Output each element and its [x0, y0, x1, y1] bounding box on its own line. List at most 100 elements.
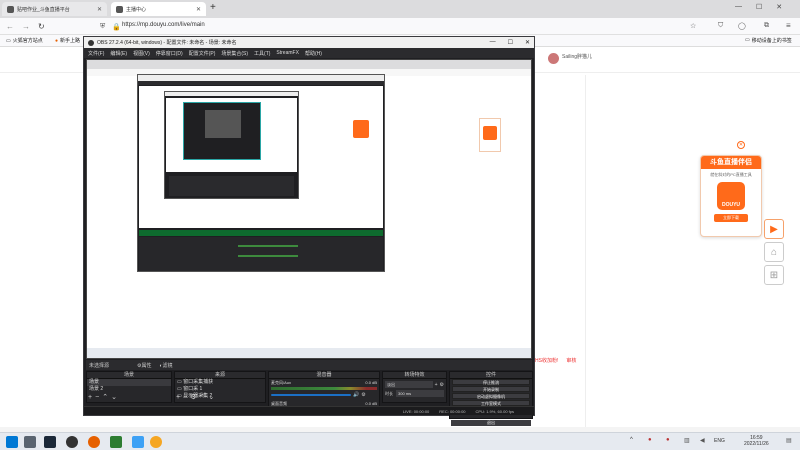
home-icon[interactable]: ⌂	[764, 242, 784, 262]
start-recording-button[interactable]: 开始录制	[452, 386, 530, 392]
add-icon[interactable]: +	[176, 394, 180, 401]
transition-select[interactable]: 淡出	[385, 381, 433, 388]
clock-date: 2022/11/26	[744, 441, 769, 447]
menu-help[interactable]: 帮助(H)	[305, 50, 322, 57]
close-window-icon[interactable]: ✕	[776, 3, 782, 11]
add-icon[interactable]: +	[88, 394, 92, 401]
notification-icon[interactable]: ▤	[786, 437, 792, 444]
close-icon[interactable]: ✕	[525, 39, 530, 46]
move-down-icon[interactable]: ⌄	[111, 393, 117, 401]
close-icon[interactable]: ✕	[97, 6, 102, 13]
close-promo-icon[interactable]: ✕	[737, 141, 745, 149]
gear-icon[interactable]: ⚙	[361, 392, 365, 398]
back-icon[interactable]: ←	[6, 22, 14, 31]
app-icon[interactable]	[110, 436, 122, 448]
chat-app-icon[interactable]	[132, 436, 144, 448]
scene-item[interactable]: 场景	[87, 379, 171, 386]
tray-chevron-icon[interactable]: ^	[630, 437, 633, 443]
firefox-taskbar-icon[interactable]	[88, 436, 100, 448]
bookmark-star-icon[interactable]: ☆	[690, 22, 696, 30]
folder-icon: ▭	[745, 37, 750, 43]
url-field[interactable]: https://mp.douyu.com/live/main	[122, 22, 205, 28]
preview-canvas[interactable]	[86, 59, 532, 359]
windows-start-icon[interactable]	[6, 436, 18, 448]
avatar	[548, 53, 559, 64]
duration-input[interactable]: 300 ms	[396, 390, 444, 397]
close-icon[interactable]: ✕	[196, 6, 201, 13]
obs-titlebar: OBS 27.2.4 (64-bit, windows) - 配置文件: 未命名…	[84, 37, 534, 48]
clock[interactable]: 16:59 2022/11/26	[744, 435, 769, 447]
properties-button[interactable]: ⚙属性	[137, 362, 152, 369]
menu-tools[interactable]: 工具(T)	[254, 50, 270, 57]
network-tray-icon[interactable]: ▥	[684, 437, 690, 444]
menu-profile[interactable]: 配置文件(P)	[189, 50, 216, 57]
red-note-2: 审核	[566, 358, 577, 364]
mic-db: 0.0 dB	[365, 380, 377, 385]
bookmark-firefox-site[interactable]: ▭ 火狐官方站点	[6, 37, 43, 45]
move-up-icon[interactable]: ⌃	[102, 393, 108, 401]
gear-icon[interactable]: ⚙	[440, 382, 444, 388]
tray-app-icon[interactable]: ●	[648, 437, 652, 443]
source-item[interactable]: ▭ 窗口采集捕获	[175, 379, 265, 386]
minimize-icon[interactable]: —	[735, 3, 742, 11]
exit-button[interactable]: 退出	[451, 420, 531, 426]
search-icon[interactable]	[24, 436, 36, 448]
move-up-icon[interactable]: ⌃	[199, 393, 205, 401]
volume-tray-icon[interactable]: ◀	[700, 437, 705, 444]
speaker-icon[interactable]: 🔊	[353, 392, 359, 398]
menu-docks[interactable]: 停靠窗口(D)	[156, 50, 183, 57]
promo-subtitle: 就在斜对的PC直播工具	[710, 172, 752, 177]
move-down-icon[interactable]: ⌄	[208, 393, 214, 401]
firefox-icon: ●	[55, 37, 59, 44]
remove-icon[interactable]: −	[183, 394, 187, 401]
account-icon[interactable]: ◯	[738, 22, 746, 30]
add-icon[interactable]: +	[435, 382, 438, 388]
maximize-icon[interactable]: ☐	[756, 3, 762, 11]
menu-view[interactable]: 视图(V)	[133, 50, 150, 57]
stop-streaming-button[interactable]: 停止推流	[452, 379, 530, 385]
user-name: Sailing胖猫儿	[562, 54, 593, 60]
menu-edit[interactable]: 编辑(E)	[110, 50, 127, 57]
network-icon[interactable]: ⊞	[764, 265, 784, 285]
app-icon[interactable]	[150, 436, 162, 448]
obs-menubar: 文件(F) 编辑(E) 视图(V) 停靠窗口(D) 配置文件(P) 场景集合(S…	[84, 48, 534, 58]
shield-icon[interactable]: ⛨	[100, 23, 105, 31]
steam-icon[interactable]	[44, 436, 56, 448]
virtual-camera-button[interactable]: 启动虚拟摄像机	[452, 393, 530, 399]
maximize-icon[interactable]: ☐	[508, 39, 513, 46]
pocket-icon[interactable]: ⛉	[718, 22, 723, 30]
menu-icon[interactable]: ≡	[786, 21, 791, 30]
nested-obs-1	[137, 74, 385, 272]
mic-volume-slider[interactable]	[271, 394, 351, 396]
controls-title: 控件	[450, 372, 532, 379]
gear-icon[interactable]: ⚙	[190, 393, 196, 401]
user-menu[interactable]: Sailing胖猫儿	[548, 53, 593, 64]
mobile-bookmarks[interactable]: ▭ 移动设备上的书签	[745, 37, 792, 44]
douyu-logo: DOUYU	[717, 182, 745, 210]
play-icon[interactable]: ▶	[764, 219, 784, 239]
remove-icon[interactable]: −	[95, 394, 99, 401]
forward-icon[interactable]: →	[22, 22, 30, 31]
download-button[interactable]: 立即下载	[714, 214, 748, 222]
menu-streamfx[interactable]: StreamFX	[276, 50, 299, 56]
minimize-icon[interactable]: —	[490, 39, 496, 46]
nested-obs-2	[164, 91, 299, 199]
source-item[interactable]: ▭ 窗口采 1	[175, 386, 265, 393]
menu-file[interactable]: 文件(F)	[88, 50, 104, 57]
rec-timer: REC: 00:00:00	[439, 408, 466, 414]
menu-scene-collection[interactable]: 场景集合(S)	[221, 50, 248, 57]
tray-app-icon[interactable]: ●	[666, 437, 670, 443]
mixer-title: 混音器	[269, 372, 379, 379]
tab-douyu-homework[interactable]: 贴吧作业_斗鱼直播平台 ✕	[2, 2, 107, 16]
tab-bar: 贴吧作业_斗鱼直播平台 ✕ 主播中心 ✕ + — ☐ ✕	[0, 0, 800, 18]
tab-streamer-center[interactable]: 主播中心 ✕	[111, 2, 206, 16]
extensions-icon[interactable]: ⧉	[764, 22, 769, 30]
reload-icon[interactable]: ↻	[38, 22, 45, 31]
scene-item[interactable]: 场景 2	[87, 386, 171, 393]
lock-icon[interactable]: 🔒	[112, 23, 121, 31]
obs-taskbar-icon[interactable]	[66, 436, 78, 448]
language-indicator[interactable]: ENG	[714, 438, 725, 444]
bookmark-getting-started[interactable]: ● 新手上路	[55, 37, 80, 45]
filters-button[interactable]: ◐滤镜	[160, 362, 173, 369]
new-tab-button[interactable]: +	[210, 2, 216, 13]
